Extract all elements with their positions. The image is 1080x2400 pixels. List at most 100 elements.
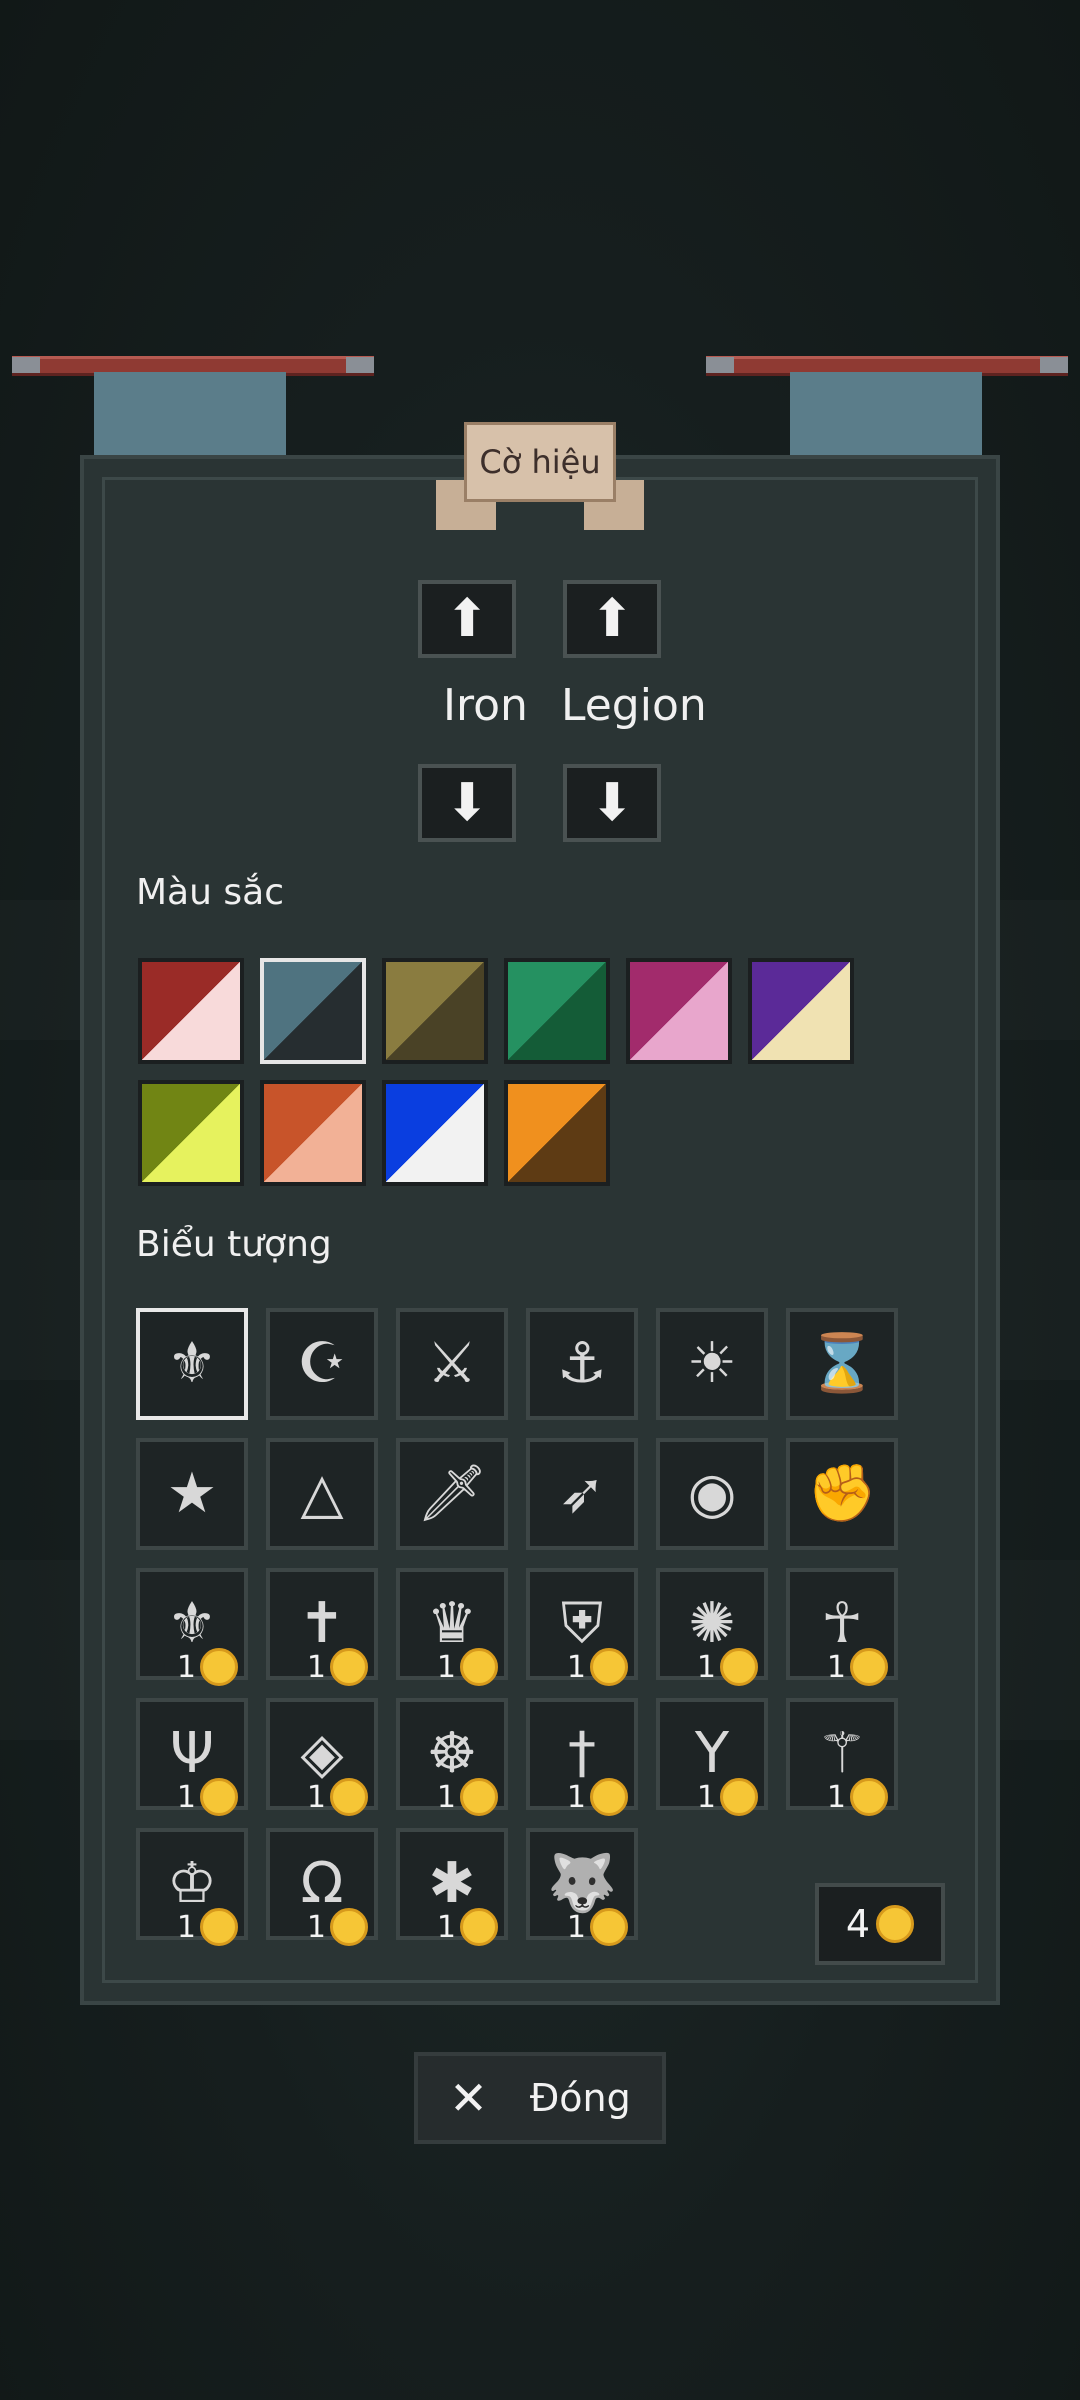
- coin-icon: [200, 1648, 238, 1686]
- emblem-cost-value: 1: [176, 1649, 196, 1685]
- emblem-cost-value: 1: [696, 1779, 716, 1815]
- emblem-cost: 1: [307, 1778, 368, 1816]
- name-word-left: Iron: [443, 680, 528, 731]
- coin-icon: [590, 1648, 628, 1686]
- color-swatch[interactable]: [504, 958, 610, 1064]
- emblem-option[interactable]: ☸ 1: [396, 1698, 508, 1816]
- emblem-cost: 1: [437, 1778, 498, 1816]
- coin-icon: [720, 1648, 758, 1686]
- coin-icon: [876, 1905, 915, 1943]
- crescent-star-icon: ☪: [296, 1331, 348, 1396]
- emblem-option[interactable]: Y1: [656, 1698, 768, 1816]
- coin-icon: [850, 1648, 888, 1686]
- ankh-icon: ☥: [821, 1591, 863, 1656]
- name-right-up-button[interactable]: ⬆: [563, 580, 661, 658]
- coin-icon: [720, 1778, 758, 1816]
- crown-icon: ♛: [426, 1591, 478, 1656]
- name-left-up-button[interactable]: ⬆: [418, 580, 516, 658]
- staff-icon: ⚚: [816, 1721, 868, 1786]
- coin-icon: [850, 1778, 888, 1816]
- fleur-de-lis-icon: ⚜: [166, 1591, 218, 1656]
- emblem-option[interactable]: ✝ 1: [266, 1568, 378, 1686]
- color-swatch[interactable]: [138, 1080, 244, 1186]
- emblem-cost-value: 1: [436, 1779, 456, 1815]
- emblem-cost: 1: [177, 1648, 238, 1686]
- emblem-cost: 1: [827, 1648, 888, 1686]
- emblem-cost: 1: [307, 1648, 368, 1686]
- color-swatch[interactable]: [260, 958, 366, 1064]
- fist-icon: ✊: [807, 1461, 877, 1526]
- horseshoe-icon: Ω: [300, 1851, 344, 1916]
- emblem-cost-value: 1: [826, 1779, 846, 1815]
- coin-icon: [330, 1648, 368, 1686]
- arrow-up-icon: ⬆: [590, 589, 634, 649]
- close-button-label: Đóng: [529, 2076, 631, 2120]
- emblem-option[interactable]: △: [266, 1438, 378, 1550]
- emblem-cost: 1: [177, 1778, 238, 1816]
- dagger-icon: †: [568, 1721, 596, 1786]
- emblem-option[interactable]: † 1: [526, 1698, 638, 1816]
- emblem-option[interactable]: Ψ1: [136, 1698, 248, 1816]
- arrow-up-icon: ⬆: [445, 589, 489, 649]
- color-swatch[interactable]: [382, 1080, 488, 1186]
- emblem-cost-value: 1: [566, 1649, 586, 1685]
- color-swatch[interactable]: [138, 958, 244, 1064]
- emblem-option[interactable]: 🐺 1: [526, 1828, 638, 1946]
- emblem-cost-value: 1: [696, 1649, 716, 1685]
- emblem-option[interactable]: ⚓: [526, 1308, 638, 1420]
- emblem-cost: 1: [437, 1908, 498, 1946]
- colors-label: Màu sắc: [136, 872, 284, 913]
- close-button[interactable]: ✕ Đóng: [414, 2052, 666, 2144]
- emblem-option[interactable]: ◉: [656, 1438, 768, 1550]
- color-swatch[interactable]: [748, 958, 854, 1064]
- coin-balance-value: 4: [845, 1902, 871, 1946]
- anchor-sun-icon: ⚓: [556, 1331, 608, 1396]
- emblem-option[interactable]: Ω1: [266, 1828, 378, 1946]
- diamond-icon: ◈: [300, 1721, 344, 1786]
- name-left-down-button[interactable]: ⬇: [418, 764, 516, 842]
- emblem-option[interactable]: ⚚ 1: [786, 1698, 898, 1816]
- emblem-option[interactable]: ⚜: [136, 1308, 248, 1420]
- triangle-eye-icon: △: [300, 1461, 344, 1526]
- trident-icon: Ψ: [169, 1721, 215, 1786]
- wheel-icon: ☸: [426, 1721, 478, 1786]
- coin-icon: [330, 1778, 368, 1816]
- emblem-option[interactable]: ➶: [526, 1438, 638, 1550]
- emblem-option[interactable]: ☪: [266, 1308, 378, 1420]
- emblem-option[interactable]: ✊: [786, 1438, 898, 1550]
- emblem-option[interactable]: ⚔: [396, 1308, 508, 1420]
- emblem-option[interactable]: ♛ 1: [396, 1568, 508, 1686]
- wolf-head-icon: 🐺: [547, 1851, 617, 1916]
- emblem-cost: 1: [697, 1648, 758, 1686]
- color-swatch[interactable]: [382, 958, 488, 1064]
- emblem-option[interactable]: ⚜ 1: [136, 1568, 248, 1686]
- color-swatch[interactable]: [626, 958, 732, 1064]
- emblem-option[interactable]: ♔ 1: [136, 1828, 248, 1946]
- emblem-cost: 1: [567, 1778, 628, 1816]
- sword-icon: 🗡: [416, 1461, 488, 1526]
- name-right-down-button[interactable]: ⬇: [563, 764, 661, 842]
- shield-icon: ⛨: [561, 1591, 603, 1656]
- close-icon: ✕: [449, 2071, 488, 2125]
- emblem-option[interactable]: ✱ 1: [396, 1828, 508, 1946]
- color-swatch[interactable]: [504, 1080, 610, 1186]
- coin-icon: [460, 1908, 498, 1946]
- coin-icon: [330, 1908, 368, 1946]
- emblem-option[interactable]: ✺ 1: [656, 1568, 768, 1686]
- emblem-option[interactable]: ⛨ 1: [526, 1568, 638, 1686]
- color-swatch[interactable]: [260, 1080, 366, 1186]
- emblem-option[interactable]: ⌛: [786, 1308, 898, 1420]
- emblem-cost-value: 1: [826, 1649, 846, 1685]
- emblem-option[interactable]: ★: [136, 1438, 248, 1550]
- emblem-option[interactable]: 🗡: [396, 1438, 508, 1550]
- panel-title: Cờ hiệu: [464, 422, 616, 502]
- emblem-option[interactable]: ☥ 1: [786, 1568, 898, 1686]
- arrow-down-icon: ⬇: [590, 773, 634, 833]
- emblem-option[interactable]: ☀: [656, 1308, 768, 1420]
- emblem-cost-value: 1: [306, 1649, 326, 1685]
- emblem-cost-value: 1: [176, 1779, 196, 1815]
- emblem-cost-value: 1: [306, 1779, 326, 1815]
- emblem-option[interactable]: ◈ 1: [266, 1698, 378, 1816]
- emblem-cost-value: 1: [566, 1909, 586, 1945]
- cross-icon: ✝: [298, 1591, 346, 1656]
